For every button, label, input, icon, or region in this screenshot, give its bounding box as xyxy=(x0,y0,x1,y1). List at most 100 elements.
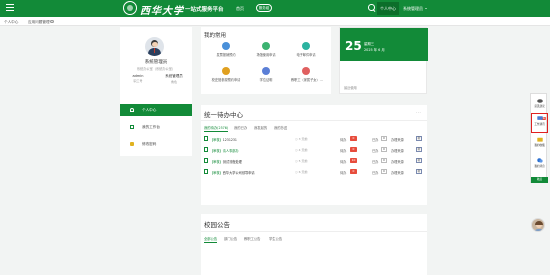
divider xyxy=(201,231,427,232)
todo-row-time: 4 天前 xyxy=(295,148,308,152)
source-label: 办理来源 xyxy=(391,148,404,153)
sidebar-item-label: 个人中心 xyxy=(142,108,157,112)
lock-icon xyxy=(130,142,134,146)
tab-student-notices[interactable]: 学生公告 xyxy=(269,236,282,241)
email-icon xyxy=(302,42,310,50)
tab-app-issue-management[interactable]: 应用问题管理 xyxy=(28,20,50,25)
my-messages-button[interactable]: 我的消息 xyxy=(531,158,548,168)
page-tabs: 个人中心 应用问题管理 × xyxy=(0,17,550,26)
work-message-label: 工作通讯 xyxy=(534,123,545,126)
collapse-button[interactable]: 收起 xyxy=(531,177,548,183)
todo-center-card: 统一待办中心 ... 我的待办(2576) 我的已办 我发起的 我的抄送 【审核… xyxy=(201,105,427,205)
nav-personal-center[interactable]: 个人中心 xyxy=(377,2,399,15)
done-count-badge: 0 xyxy=(381,158,387,163)
todo-row-title[interactable]: 【审核】测试流程处理 xyxy=(210,159,242,164)
document-icon xyxy=(204,136,208,141)
profile-name: 系统管理员 xyxy=(144,60,168,65)
app-museum[interactable]: 校史馆参观预约申请 xyxy=(211,67,241,82)
source-badge: 新 xyxy=(416,169,422,174)
person-icon xyxy=(130,108,134,112)
sidebar-item-workbench[interactable]: 我的工作台 xyxy=(120,121,192,133)
tab-personal-center[interactable]: 个人中心 xyxy=(4,20,18,25)
pending-count-badge: 0 xyxy=(350,136,357,141)
pending-count-badge: 10 xyxy=(350,158,357,163)
nav-service-button[interactable]: 服务组 xyxy=(256,4,272,12)
source-label: 办理来源 xyxy=(391,170,404,175)
app-email[interactable]: 电子邮件申请 xyxy=(291,42,321,57)
tab-all-notices[interactable]: 全部公告 xyxy=(204,236,218,243)
date-card: 25 星期三 2025 年 6 月 最近使用 xyxy=(339,27,428,94)
app-label: 场馆使用申请 xyxy=(256,53,276,57)
invoice-icon xyxy=(222,42,230,50)
document-icon xyxy=(130,125,134,129)
tab-my-todo[interactable]: 我的待办(2576) xyxy=(204,125,229,132)
weekday: 星期三 xyxy=(364,42,375,46)
pending-count-badge: 0 xyxy=(350,169,357,174)
family-icon xyxy=(302,67,310,75)
pending-label: 待办 xyxy=(340,137,347,142)
source-label: 办理来源 xyxy=(391,159,404,164)
app-label: 学位证明 xyxy=(259,78,273,82)
top-bar: 西华大学 一站式服务平台 首页 服务组 个人中心 系统管理员 xyxy=(0,0,550,17)
document-icon xyxy=(204,169,208,174)
feedback-label: 意见建议 xyxy=(534,105,545,108)
date-panel: 25 星期三 2025 年 6 月 xyxy=(340,28,428,61)
profile-card: 系统管理员 系统办公室（系统办公室） admin 职工号 系统管理员 角色 xyxy=(120,27,192,107)
todo-row[interactable]: 【审核】1231231 3 天前 待办 0 已办 0 办理来源 新 xyxy=(204,134,424,143)
todo-row-time: 5 天前 xyxy=(295,159,308,163)
tab-my-initiated[interactable]: 我发起的 xyxy=(254,125,267,130)
source-badge: 新 xyxy=(416,158,422,163)
assistant-avatar[interactable] xyxy=(531,218,545,232)
sidebar-item-personal-center[interactable]: 个人中心 xyxy=(120,104,192,116)
todo-row[interactable]: 【审核】测试流程处理 5 天前 待办 10 已办 0 办理来源 新 xyxy=(204,156,424,165)
app-certificate[interactable]: 学位证明 xyxy=(251,67,281,82)
done-label: 已办 xyxy=(372,170,379,175)
more-icon[interactable]: ... xyxy=(416,109,421,114)
todo-row-time: 6 天前 xyxy=(295,170,308,174)
app-invoice[interactable]: 发票报销预约 xyxy=(211,42,241,57)
todo-row[interactable]: 【审核】西华大学公司领导申请 6 天前 待办 0 已办 0 办理来源 新 xyxy=(204,167,424,176)
user-menu[interactable]: 系统管理员 xyxy=(403,6,427,12)
tab-dept-notices[interactable]: 部门公告 xyxy=(224,236,237,241)
app-family[interactable]: 教职工（家属子女）... xyxy=(291,67,323,82)
todo-row-title[interactable]: 【审核】1231231 xyxy=(210,137,237,142)
school-name: 西华大学 xyxy=(140,6,184,17)
year-month: 2025 年 6 月 xyxy=(364,48,385,52)
work-message-button[interactable]: 工作通讯 xyxy=(531,116,548,126)
document-icon xyxy=(204,158,208,163)
app-label: 教职工（家属子女）... xyxy=(291,78,323,82)
app-venue[interactable]: 场馆使用申请 xyxy=(251,42,281,57)
todo-title: 统一待办中心 xyxy=(204,111,243,119)
tab-my-done[interactable]: 我的已办 xyxy=(234,125,247,130)
tab-staff-notices[interactable]: 教职工公告 xyxy=(244,236,260,241)
todo-row[interactable]: 【审核】请人事部办 4 天前 待办 0 已办 0 办理来源 新 xyxy=(204,145,424,154)
sidebar-item-label: 我的工作台 xyxy=(142,125,160,129)
document-icon xyxy=(204,147,208,152)
search-icon[interactable] xyxy=(368,4,375,11)
done-label: 已办 xyxy=(372,148,379,153)
menu-icon[interactable] xyxy=(6,4,14,12)
done-label: 已办 xyxy=(372,137,379,142)
nav-home[interactable]: 首页 xyxy=(236,6,244,12)
right-float-toolbar: 意见建议 99+ 工作通讯 我的收藏 我的消息 收起 xyxy=(530,93,548,183)
favorites-button[interactable]: 我的收藏 xyxy=(531,137,548,147)
todo-row-title[interactable]: 【审核】西华大学公司领导申请 xyxy=(210,170,255,175)
common-apps-title: 我的常用 xyxy=(204,33,227,39)
close-icon[interactable]: × xyxy=(50,19,54,23)
favorites-label: 我的收藏 xyxy=(534,144,545,147)
day-number: 25 xyxy=(345,39,362,53)
sidebar-item-change-password[interactable]: 修改密码 xyxy=(120,138,192,150)
profile-org: 系统办公室（系统办公室） xyxy=(136,67,176,71)
feedback-button[interactable]: 意见建议 xyxy=(531,98,548,108)
done-count-badge: 0 xyxy=(381,169,387,174)
todo-row-time: 3 天前 xyxy=(295,137,308,141)
todo-row-title[interactable]: 【审核】请人事部办 xyxy=(210,148,239,153)
message-icon xyxy=(536,158,543,163)
profile-stat-value: admin xyxy=(132,74,144,78)
done-count-badge: 0 xyxy=(381,136,387,141)
tab-my-cc[interactable]: 我的抄送 xyxy=(274,125,287,130)
avatar xyxy=(145,37,164,56)
divider xyxy=(201,120,427,121)
museum-icon xyxy=(222,67,230,75)
app-label: 校史馆参观预约申请 xyxy=(211,78,241,82)
